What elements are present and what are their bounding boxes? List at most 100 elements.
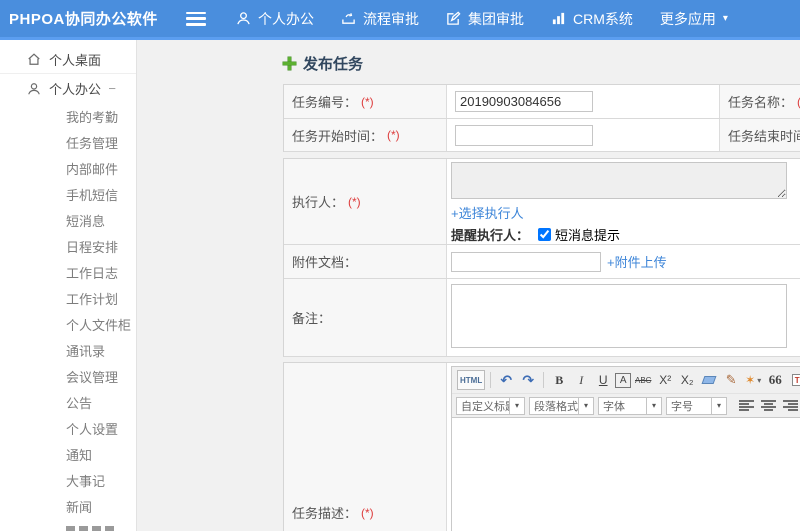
- nav-crm-system[interactable]: CRM系统: [551, 9, 633, 29]
- executor-textarea[interactable]: [451, 162, 787, 199]
- user-icon: [28, 82, 40, 94]
- home-icon: [28, 53, 40, 65]
- nav-group-approval[interactable]: 集团审批: [446, 9, 524, 29]
- task-number-input[interactable]: [455, 91, 593, 112]
- chevron-down-icon: ▾: [722, 13, 728, 24]
- add-icon: [283, 57, 296, 70]
- start-time-input[interactable]: [455, 124, 593, 146]
- paste-word-button[interactable]: T: [787, 370, 800, 390]
- italic-button[interactable]: I: [571, 370, 591, 390]
- collapse-icon[interactable]: −: [108, 81, 116, 96]
- chevron-down-icon: ▾: [509, 397, 524, 414]
- process-icon: [342, 13, 355, 24]
- sidebar-item[interactable]: 会议管理: [0, 363, 136, 389]
- sidebar-item[interactable]: 工作计划: [0, 285, 136, 311]
- sidebar-item-partial[interactable]: [0, 519, 136, 531]
- row-remark: 备注：: [284, 279, 800, 357]
- sidebar-item[interactable]: 工作日志: [0, 259, 136, 285]
- subscript-button[interactable]: X₂: [677, 370, 697, 390]
- description-label: 任务描述： (*): [284, 363, 447, 531]
- sidebar-item[interactable]: 手机短信: [0, 181, 136, 207]
- editor-toolbar-row2: 自定义标题 ▾ 段落格式 ▾: [452, 394, 800, 418]
- align-left-icon[interactable]: [739, 399, 754, 412]
- task-name-label: 任务名称：(*): [720, 85, 800, 118]
- sidebar-item[interactable]: 任务管理: [0, 129, 136, 155]
- sidebar-item[interactable]: 我的考勤: [0, 103, 136, 129]
- sidebar-item-personal-office[interactable]: 个人办公 −: [0, 74, 136, 103]
- remark-label: 备注：: [284, 279, 447, 356]
- page-title: 发布任务: [283, 53, 800, 74]
- row-description: 任务描述： (*) HTML ↶ ↷ B I U A ABC X² X₂ ✎ ✶…: [284, 363, 800, 531]
- sidebar-item[interactable]: 通知: [0, 441, 136, 467]
- nav-workflow-approval[interactable]: 流程审批: [341, 9, 419, 29]
- row-executor: 执行人： (*) +选择执行人 提醒执行人： 短消息提示: [284, 159, 800, 245]
- editor-select[interactable]: 自定义标题 ▾: [456, 396, 525, 415]
- eraser-icon: [701, 376, 717, 384]
- edit-icon: [447, 11, 461, 25]
- sidebar-submenu: 我的考勤 任务管理 内部邮件 手机短信 短消息 日程安排 工作日志 工作计划 个…: [0, 103, 136, 519]
- sms-remind-option: 短消息提示: [555, 228, 621, 243]
- quick-format-button[interactable]: ✶ ▾: [743, 370, 763, 390]
- sms-remind-checkbox[interactable]: [538, 228, 552, 241]
- editor-select[interactable]: 段落格式 ▾: [529, 396, 594, 415]
- bar-chart-icon: [552, 12, 565, 25]
- executor-label: 执行人： (*): [284, 159, 447, 244]
- end-time-label: 任务结束时间：(*): [720, 119, 800, 151]
- menu-toggle-icon[interactable]: [186, 11, 206, 26]
- remove-format-button[interactable]: [699, 370, 719, 390]
- paste-icon: T: [791, 374, 800, 386]
- app-brand: PHPOA协同办公软件: [9, 11, 158, 28]
- choose-executor-link[interactable]: +选择执行人: [451, 203, 524, 222]
- form-table-detail: 执行人： (*) +选择执行人 提醒执行人： 短消息提示 附件文档： +附件上传…: [283, 158, 800, 357]
- undo-button[interactable]: ↶: [496, 370, 516, 390]
- sidebar-item[interactable]: 个人设置 +: [0, 415, 136, 441]
- chevron-down-icon: ▾: [646, 397, 661, 414]
- main-content: 发布任务 任务编号：(*) 任务名称：(*) 任务开始时间：(*): [137, 40, 800, 531]
- row-attachment: 附件文档： +附件上传: [284, 245, 800, 279]
- format-brush-button[interactable]: ✎: [721, 370, 741, 390]
- remark-textarea[interactable]: [451, 284, 787, 348]
- sidebar-item[interactable]: 新闻: [0, 493, 136, 519]
- chevron-down-icon: ▾: [711, 397, 726, 414]
- underline-button[interactable]: U: [593, 370, 613, 390]
- attachment-upload-link[interactable]: +附件上传: [607, 252, 667, 271]
- expand-icon: +: [98, 420, 106, 436]
- sidebar-item[interactable]: 通讯录: [0, 337, 136, 363]
- bold-button[interactable]: B: [549, 370, 569, 390]
- sidebar-item-desktop[interactable]: 个人桌面: [0, 45, 136, 74]
- sidebar-item[interactable]: 内部邮件: [0, 155, 136, 181]
- form-table-basic: 任务编号：(*) 任务名称：(*) 任务开始时间：(*) 任务结束时间: [283, 84, 800, 152]
- attachment-label: 附件文档：: [284, 245, 447, 278]
- sidebar-item[interactable]: 公告: [0, 389, 136, 415]
- font-highlight-button[interactable]: A: [615, 372, 632, 388]
- sidebar-item[interactable]: 日程安排: [0, 233, 136, 259]
- superscript-button[interactable]: X²: [655, 370, 675, 390]
- top-header: PHPOA协同办公软件 个人办公 流程审批 集团审批 CRM系统 更多应用 ▾: [0, 0, 800, 40]
- top-nav: 个人办公 流程审批 集团审批 CRM系统 更多应用 ▾: [236, 9, 755, 29]
- nav-more-apps[interactable]: 更多应用 ▾: [660, 9, 728, 29]
- nav-personal-office[interactable]: 个人办公: [236, 9, 314, 29]
- sidebar-item[interactable]: 短消息: [0, 207, 136, 233]
- sidebar: 个人桌面 个人办公 − 我的考勤 任务管理 内部邮件 手机短信 短消息 日程安排…: [0, 40, 137, 531]
- remind-executor-label: 提醒执行人：: [451, 228, 530, 243]
- rich-text-editor: HTML ↶ ↷ B I U A ABC X² X₂ ✎ ✶ ▾ 66 T 自定…: [451, 366, 800, 531]
- source-code-button[interactable]: HTML: [457, 370, 486, 390]
- task-number-label: 任务编号： (*): [284, 85, 447, 118]
- editor-content-area[interactable]: [452, 418, 800, 531]
- strikethrough-button[interactable]: ABC: [633, 370, 653, 390]
- user-icon: [237, 12, 250, 25]
- blockquote-button[interactable]: 66: [765, 370, 785, 390]
- sidebar-item[interactable]: 大事记: [0, 467, 136, 493]
- editor-select[interactable]: 字体 ▾: [598, 396, 662, 415]
- form-table-description: 任务描述： (*) HTML ↶ ↷ B I U A ABC X² X₂ ✎ ✶…: [283, 362, 800, 531]
- attachment-input[interactable]: [451, 251, 601, 272]
- align-center-icon[interactable]: [761, 399, 776, 412]
- editor-toolbar-row1: HTML ↶ ↷ B I U A ABC X² X₂ ✎ ✶ ▾ 66 T: [452, 367, 800, 394]
- editor-select[interactable]: 字号 ▾: [666, 396, 727, 415]
- redo-button[interactable]: ↷: [518, 370, 538, 390]
- align-right-icon[interactable]: [783, 399, 798, 412]
- sidebar-item[interactable]: 个人文件柜: [0, 311, 136, 337]
- row-task-time: 任务开始时间：(*) 任务结束时间：(*): [284, 119, 800, 152]
- start-time-label: 任务开始时间： (*): [284, 119, 447, 151]
- chevron-down-icon: ▾: [578, 397, 593, 414]
